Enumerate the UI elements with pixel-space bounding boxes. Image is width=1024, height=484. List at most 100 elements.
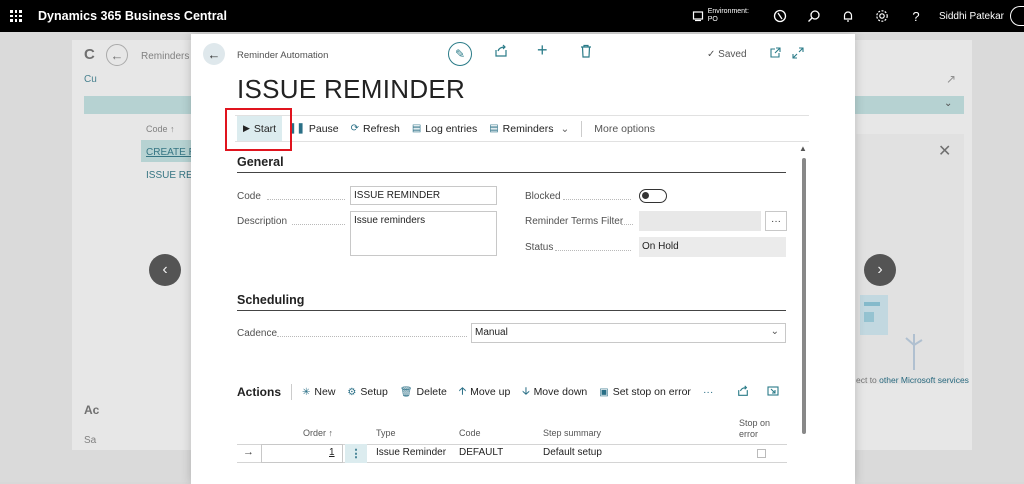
code-label: Code <box>237 191 261 202</box>
description-label: Description <box>237 216 288 227</box>
expand-icon[interactable] <box>792 46 804 62</box>
user-name[interactable]: Siddhi Patekar <box>939 11 1004 22</box>
environment-indicator[interactable]: Environment: PO <box>692 8 749 24</box>
action-bar: ▶ Start ❚❚ Pause ⟳ Refresh ▤ Log entries… <box>235 115 809 142</box>
cadence-dots <box>277 336 467 337</box>
refresh-button[interactable]: ⟳ Refresh <box>345 116 406 141</box>
saved-label: Saved <box>718 49 747 60</box>
saved-status: ✓ Saved <box>707 49 747 60</box>
column-header-stop-on-error-line2[interactable]: error <box>739 429 758 439</box>
description-field[interactable]: Issue reminders <box>350 211 497 256</box>
action-bar-divider <box>581 120 583 137</box>
blocked-toggle[interactable] <box>639 189 667 203</box>
code-field[interactable]: ISSUE REMINDER <box>350 186 497 205</box>
add-plus-icon[interactable]: + <box>537 40 548 61</box>
set-stop-on-error-button[interactable]: ▣ Set stop on error <box>599 386 691 398</box>
pause-label: Pause <box>308 122 339 135</box>
blocked-dots <box>563 199 631 200</box>
order-cell[interactable]: 1 <box>329 447 335 458</box>
help-icon[interactable]: ? <box>899 0 933 32</box>
arrow-down-icon: 🡣 <box>522 385 530 397</box>
blocked-label: Blocked <box>525 191 561 202</box>
setup-gear-icon: ⚙ <box>347 386 357 398</box>
actions-subpage-title[interactable]: Actions <box>237 385 281 399</box>
log-entries-label: Log entries <box>425 122 478 135</box>
column-header-step-summary[interactable]: Step summary <box>543 428 601 438</box>
cadence-select[interactable]: Manual ⌄ <box>471 323 786 343</box>
column-header-type[interactable]: Type <box>376 428 396 438</box>
checkmark-icon: ✓ <box>707 49 716 60</box>
log-entries-button[interactable]: ▤ Log entries <box>406 116 483 141</box>
cadence-value: Manual <box>475 327 508 338</box>
column-header-code[interactable]: Code <box>459 428 481 438</box>
delete-trash-icon[interactable] <box>580 44 592 61</box>
app-top-bar: Dynamics 365 Business Central Environmen… <box>0 0 1024 32</box>
terms-filter-dots <box>621 224 633 225</box>
edit-pencil-icon[interactable]: ✎ <box>448 42 472 66</box>
column-header-order[interactable]: Order ↑ <box>303 428 333 438</box>
delete-button[interactable]: 🗑 Delete <box>400 386 447 398</box>
new-button[interactable]: ✳ New <box>302 386 335 398</box>
scroll-up-arrow-icon[interactable]: ▲ <box>799 144 807 153</box>
scrollbar-thumb[interactable] <box>802 158 806 434</box>
more-ellipsis-icon[interactable]: ··· <box>703 386 714 398</box>
setup-label: Setup <box>360 386 388 398</box>
environment-value: PO <box>707 16 718 23</box>
row-actions-menu-icon[interactable]: ⋮ <box>345 444 367 463</box>
type-cell[interactable]: Issue Reminder <box>376 447 446 458</box>
new-label: New <box>314 386 336 398</box>
refresh-label: Refresh <box>363 122 400 135</box>
move-down-button[interactable]: 🡣 Move down <box>522 384 587 401</box>
set-stop-on-error-label: Set stop on error <box>612 386 691 398</box>
share-icon[interactable] <box>737 384 749 400</box>
delete-trash-icon: 🗑 <box>399 386 413 398</box>
reminders-button[interactable]: ▤ Reminders ⌄ <box>483 116 575 141</box>
move-up-label: Move up <box>470 386 511 398</box>
column-header-stop-on-error-line1[interactable]: Stop on <box>739 418 770 428</box>
reminder-terms-filter-field[interactable] <box>639 211 761 231</box>
move-up-button[interactable]: 🡡 Move up <box>459 384 510 401</box>
page-title: ISSUE REMINDER <box>237 74 466 104</box>
reminders-label: Reminders <box>502 122 554 135</box>
share-icon[interactable] <box>494 44 508 61</box>
terms-filter-lookup-button[interactable]: ··· <box>765 211 787 231</box>
move-down-label: Move down <box>533 386 588 398</box>
environment-label: Environment: <box>707 8 749 15</box>
search-icon[interactable] <box>797 0 831 32</box>
status-label: Status <box>525 242 554 253</box>
more-options-button[interactable]: More options <box>588 116 661 141</box>
cadence-label: Cadence <box>237 328 278 339</box>
scheduling-section-rule <box>237 310 786 311</box>
app-title: Dynamics 365 Business Central <box>38 9 227 23</box>
stop-on-error-icon: ▣ <box>599 386 609 398</box>
new-star-icon: ✳ <box>302 386 311 398</box>
stop-on-error-checkbox[interactable] <box>757 449 766 458</box>
delete-label: Delete <box>416 386 447 398</box>
app-launcher-icon[interactable] <box>2 0 30 32</box>
expand-subpage-icon[interactable] <box>767 385 779 400</box>
avatar[interactable] <box>1010 6 1024 26</box>
reminders-icon: ▤ <box>489 123 499 134</box>
log-entries-icon: ▤ <box>411 123 422 134</box>
code-cell[interactable]: DEFAULT <box>459 447 503 458</box>
arrow-up-icon: 🡡 <box>458 385 467 397</box>
chevron-down-icon: ⌄ <box>770 326 779 337</box>
scheduling-section-title[interactable]: Scheduling <box>237 293 304 307</box>
copilot-icon[interactable] <box>763 0 797 32</box>
status-value: On Hold <box>639 237 786 257</box>
general-section-title[interactable]: General <box>237 155 284 169</box>
settings-gear-icon[interactable] <box>865 0 899 32</box>
status-dots <box>555 250 631 251</box>
refresh-icon: ⟳ <box>350 123 360 134</box>
step-summary-cell[interactable]: Default setup <box>543 447 602 458</box>
open-new-window-icon[interactable] <box>769 46 781 62</box>
description-dots <box>292 224 345 225</box>
subbar-divider <box>291 384 293 400</box>
setup-button[interactable]: ⚙ Setup <box>347 386 387 398</box>
notifications-icon[interactable] <box>831 0 865 32</box>
back-arrow-icon[interactable]: ← <box>203 43 225 65</box>
reminder-automation-dialog: ← Reminder Automation ✎ + ✓ Saved ISSUE … <box>191 34 855 484</box>
actions-subpage-bar: Actions ✳ New ⚙ Setup 🗑 Delete 🡡 Move up… <box>235 381 787 403</box>
reminders-chevron-down-icon[interactable]: ⌄ <box>560 123 569 135</box>
breadcrumb: Reminder Automation <box>237 50 329 61</box>
